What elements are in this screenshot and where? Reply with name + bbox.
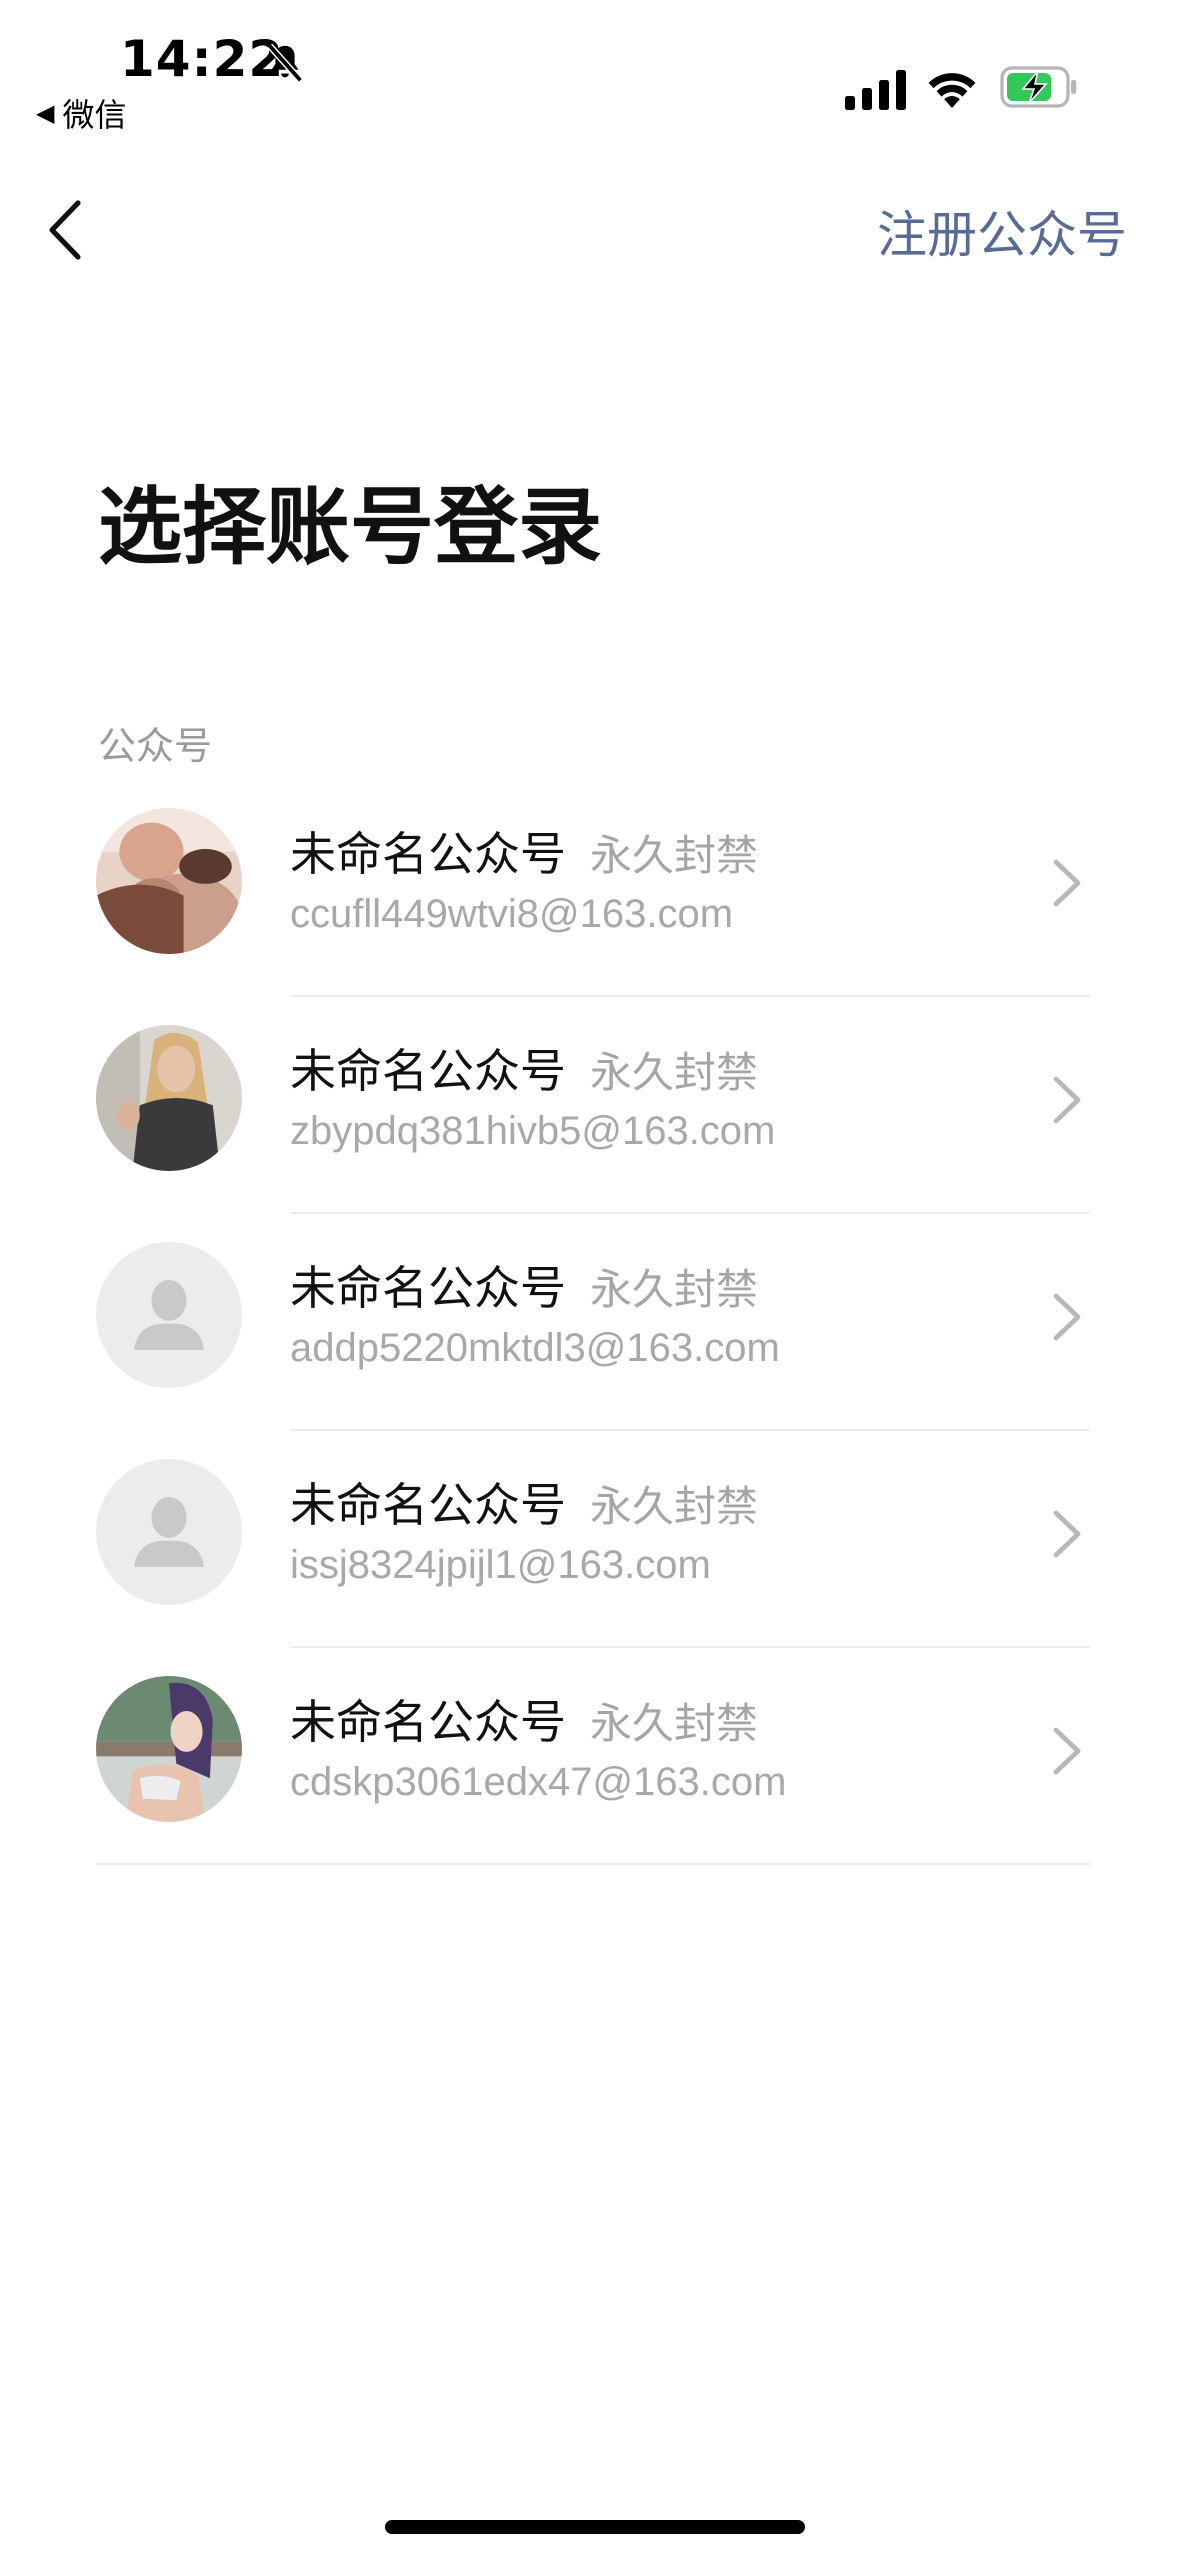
photo-avatar-image [96, 808, 242, 954]
home-indicator[interactable] [385, 2520, 805, 2534]
account-status: 永久封禁 [590, 1265, 759, 1314]
avatar [96, 1025, 242, 1171]
default-avatar [96, 1242, 242, 1388]
account-row[interactable]: 未命名公众号 永久封禁 ccufll449wtvi8@163.com [0, 780, 1179, 997]
back-button[interactable] [40, 195, 90, 265]
chevron-right-icon [1053, 859, 1081, 907]
account-status: 永久封禁 [590, 831, 759, 880]
account-email: issj8324jpijl1@163.com [290, 1543, 711, 1587]
account-status: 永久封禁 [590, 1048, 759, 1097]
account-status: 永久封禁 [590, 1482, 759, 1531]
chevron-right-icon [1053, 1076, 1081, 1124]
account-name: 未命名公众号 [290, 827, 566, 881]
chevron-right-icon [1053, 1293, 1081, 1341]
back-to-app[interactable]: ◀ 微信 [36, 90, 126, 136]
account-row[interactable]: 未命名公众号 永久封禁 addp5220mktdl3@163.com [0, 1214, 1179, 1431]
account-list: 未命名公众号 永久封禁 ccufll449wtvi8@163.com 未命名公众… [0, 780, 1179, 1865]
default-user-icon [96, 1242, 242, 1388]
account-row[interactable]: 未命名公众号 永久封禁 issj8324jpijl1@163.com [0, 1431, 1179, 1648]
account-name: 未命名公众号 [290, 1261, 566, 1315]
default-user-icon [96, 1459, 242, 1605]
account-row[interactable]: 未命名公众号 永久封禁 cdskp3061edx47@163.com [0, 1648, 1179, 1865]
chevron-right-icon [1053, 1727, 1081, 1775]
register-official-account-link[interactable]: 注册公众号 [877, 195, 1127, 267]
account-status: 永久封禁 [590, 1699, 759, 1748]
account-name: 未命名公众号 [290, 1695, 566, 1749]
avatar [96, 808, 242, 954]
account-email: zbypdq381hivb5@163.com [290, 1109, 776, 1153]
account-email: cdskp3061edx47@163.com [290, 1760, 787, 1804]
account-row[interactable]: 未命名公众号 永久封禁 zbypdq381hivb5@163.com [0, 997, 1179, 1214]
account-name: 未命名公众号 [290, 1478, 566, 1532]
wifi-icon [928, 73, 976, 108]
bell-muted-icon [267, 43, 303, 83]
back-app-label: 微信 [62, 96, 127, 134]
account-email: addp5220mktdl3@163.com [290, 1326, 780, 1370]
signal-icon [845, 70, 906, 110]
page-title: 选择账号登录 [98, 478, 603, 576]
chevron-right-icon [1053, 1510, 1081, 1558]
photo-avatar-image [96, 1676, 242, 1822]
row-divider [96, 1863, 1090, 1865]
back-triangle-icon: ◀ [36, 99, 55, 127]
default-avatar [96, 1459, 242, 1605]
avatar [96, 1676, 242, 1822]
chevron-left-icon [49, 200, 81, 260]
photo-avatar-image [96, 1025, 242, 1171]
section-label: 公众号 [98, 724, 213, 768]
account-email: ccufll449wtvi8@163.com [290, 892, 734, 936]
account-name: 未命名公众号 [290, 1044, 566, 1098]
status-bar: 14:22 ◀ 微信 [0, 0, 1179, 150]
battery-charging-icon [1000, 66, 1077, 108]
status-time: 14:22 [120, 30, 285, 88]
